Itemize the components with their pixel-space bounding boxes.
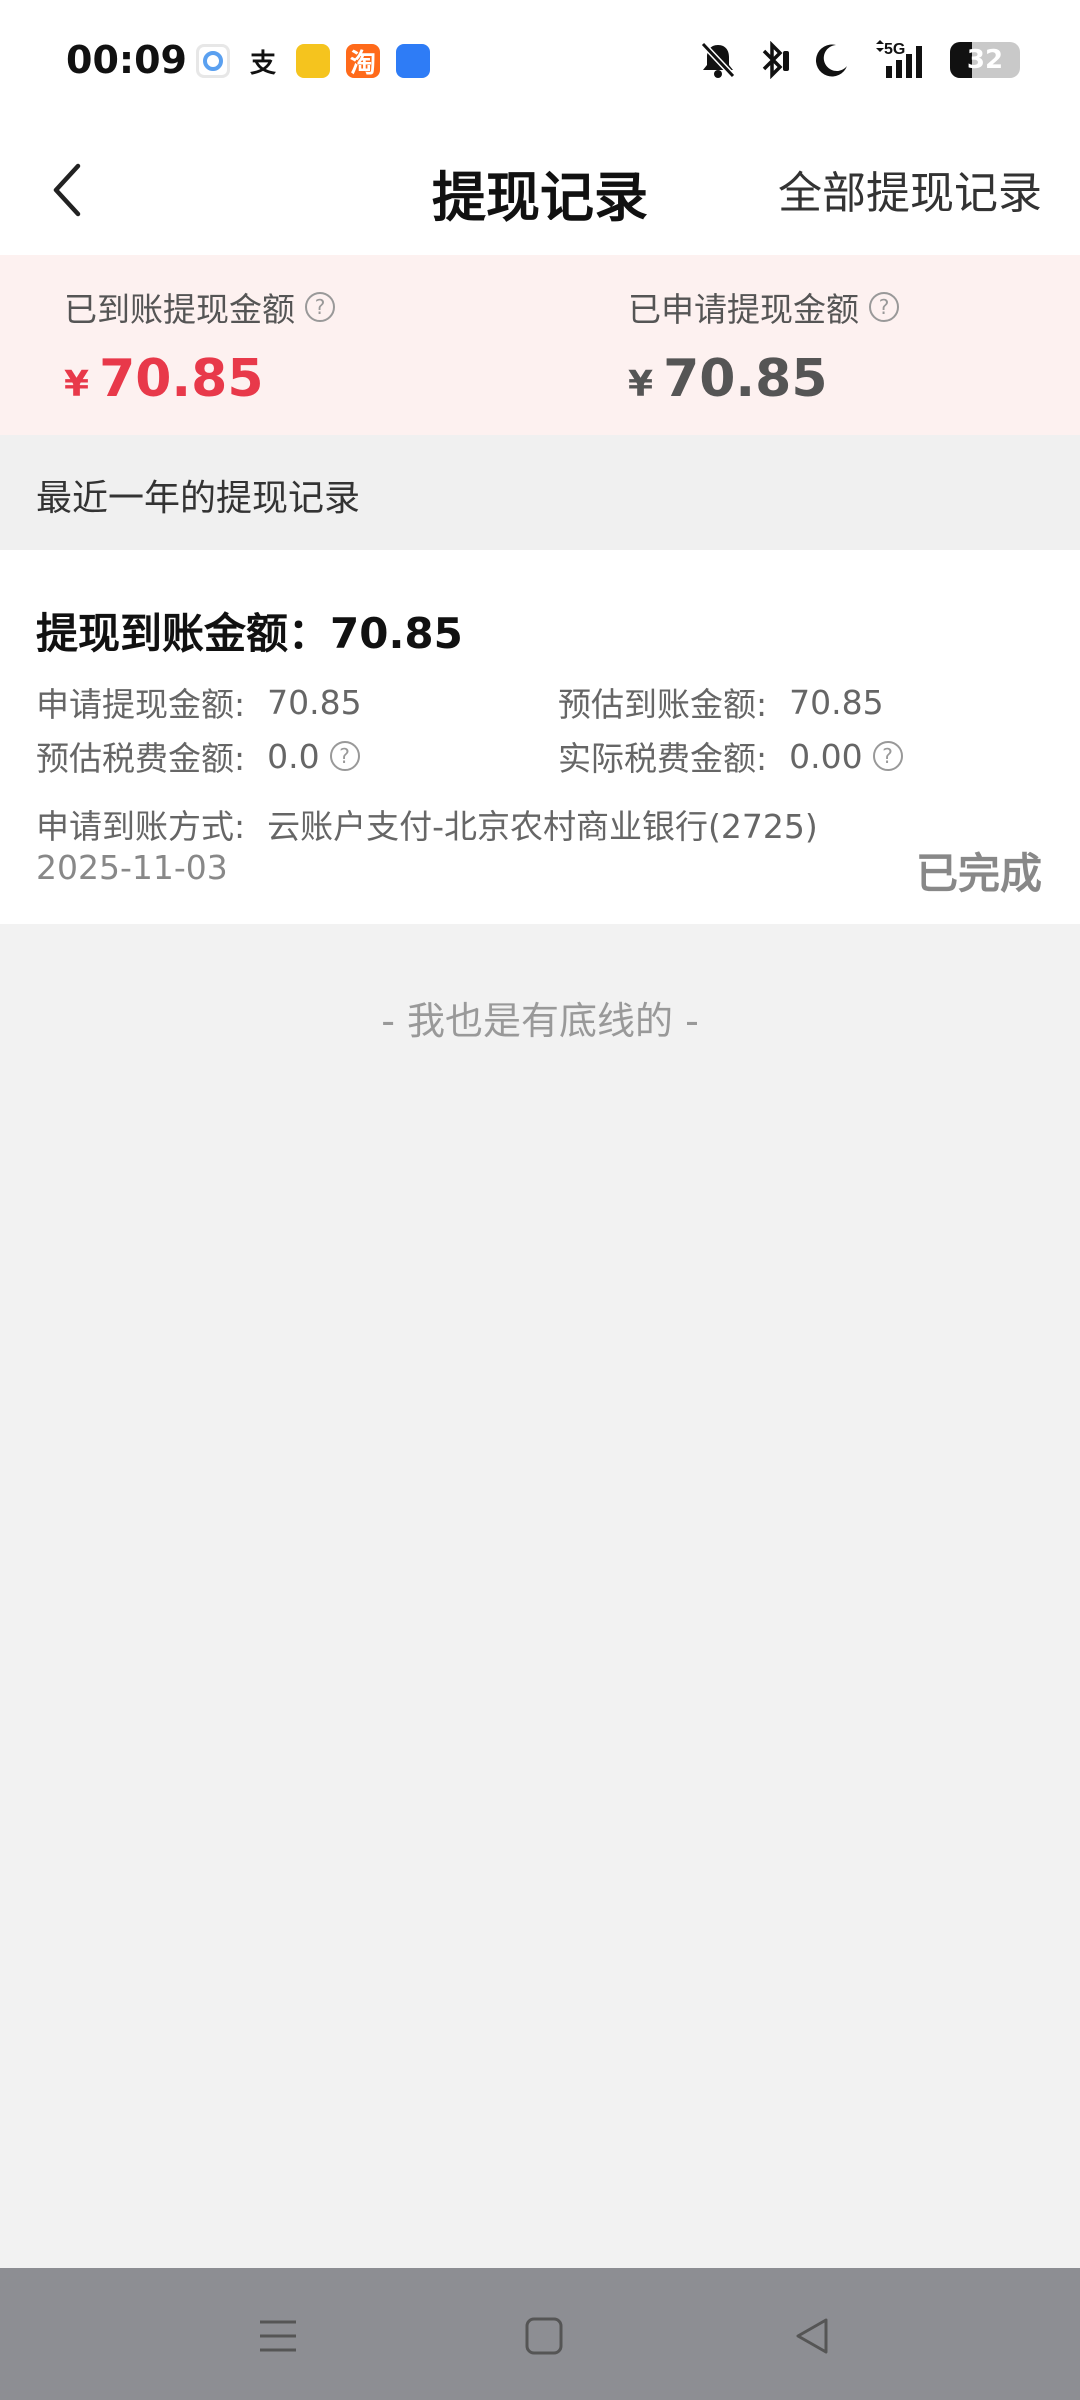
back-triangle-icon — [796, 2318, 828, 2354]
notification-icons: 支 淘 — [196, 44, 430, 79]
system-icons: 5G 32 — [700, 40, 1020, 80]
est-amount-label: 预估到账金额: — [558, 685, 768, 724]
help-icon[interactable]: ? — [869, 292, 899, 322]
battery-icon: 32 — [950, 42, 1020, 78]
taobao-icon: 淘 — [346, 44, 380, 79]
header: 提现记录 全部提现记录 — [0, 125, 1080, 255]
menu-icon — [260, 2320, 296, 2352]
end-of-list-note: - 我也是有底线的 - — [381, 999, 699, 1043]
est-tax-row: 预估税费金额: 0.0 ? — [36, 732, 360, 780]
est-amount-row: 预估到账金额: 70.85 — [558, 678, 884, 726]
record-title: 提现到账金额：70.85 — [36, 609, 463, 658]
received-summary: 已到账提现金额 ? ¥ 70.85 — [64, 283, 335, 409]
mute-bell-icon — [700, 41, 736, 79]
all-records-link[interactable]: 全部提现记录 — [778, 157, 1042, 221]
help-icon[interactable]: ? — [305, 292, 335, 322]
status-bar: 00:09 支 淘 5G 32 — [0, 0, 1080, 125]
currency-symbol: ¥ — [64, 364, 90, 405]
actual-tax-value: 0.00 — [789, 736, 863, 776]
back-nav-button[interactable] — [782, 2308, 842, 2364]
withdraw-record-card[interactable]: 提现到账金额：70.85 申请提现金额: 70.85 预估到账金额: 70.85… — [0, 550, 1080, 924]
home-button[interactable] — [514, 2308, 574, 2364]
actual-tax-label: 实际税费金额: — [558, 739, 768, 778]
status-time: 00:09 — [66, 38, 187, 82]
apply-amount-row: 申请提现金额: 70.85 — [36, 678, 362, 726]
home-square-icon — [525, 2317, 563, 2355]
method-row: 申请到账方式: 云账户支付-北京农村商业银行(2725) — [36, 800, 818, 848]
est-amount-value: 70.85 — [789, 682, 884, 722]
method-label: 申请到账方式: — [36, 807, 246, 846]
record-date: 2025-11-03 — [36, 848, 228, 887]
received-amount: 70.85 — [99, 349, 264, 409]
system-nav-bar — [0, 2268, 1080, 2400]
applied-amount: 70.85 — [663, 349, 828, 409]
status-badge: 已完成 — [915, 849, 1042, 898]
signal-5g-icon: 5G — [872, 40, 928, 80]
svg-text:5G: 5G — [884, 41, 905, 58]
help-icon[interactable]: ? — [872, 741, 903, 771]
section-label: 最近一年的提现记录 — [0, 435, 1080, 550]
menu-button[interactable] — [248, 2308, 308, 2364]
applied-summary: 已申请提现金额 ? ¥ 70.85 — [628, 283, 899, 409]
est-tax-value: 0.0 — [267, 736, 320, 776]
bluetooth-icon — [758, 41, 792, 79]
est-tax-label: 预估税费金额: — [36, 739, 246, 778]
currency-symbol: ¥ — [628, 364, 654, 405]
applied-label: 已申请提现金额 — [628, 290, 859, 329]
battery-level: 32 — [966, 45, 1004, 75]
help-icon[interactable]: ? — [329, 741, 360, 771]
bubble-app-icon — [196, 44, 230, 78]
actual-tax-row: 实际税费金额: 0.00 ? — [558, 732, 903, 780]
received-label: 已到账提现金额 — [64, 290, 295, 329]
apply-amount-label: 申请提现金额: — [36, 685, 246, 724]
withdraw-summary: 已到账提现金额 ? ¥ 70.85 已申请提现金额 ? ¥ 70.85 — [0, 255, 1080, 435]
browser-icon — [396, 44, 430, 78]
moon-icon — [814, 42, 850, 78]
method-value: 云账户支付-北京农村商业银行(2725) — [267, 807, 818, 846]
alipay-icon: 支 — [249, 48, 276, 79]
apply-amount-value: 70.85 — [267, 682, 362, 722]
video-app-icon — [296, 44, 330, 78]
